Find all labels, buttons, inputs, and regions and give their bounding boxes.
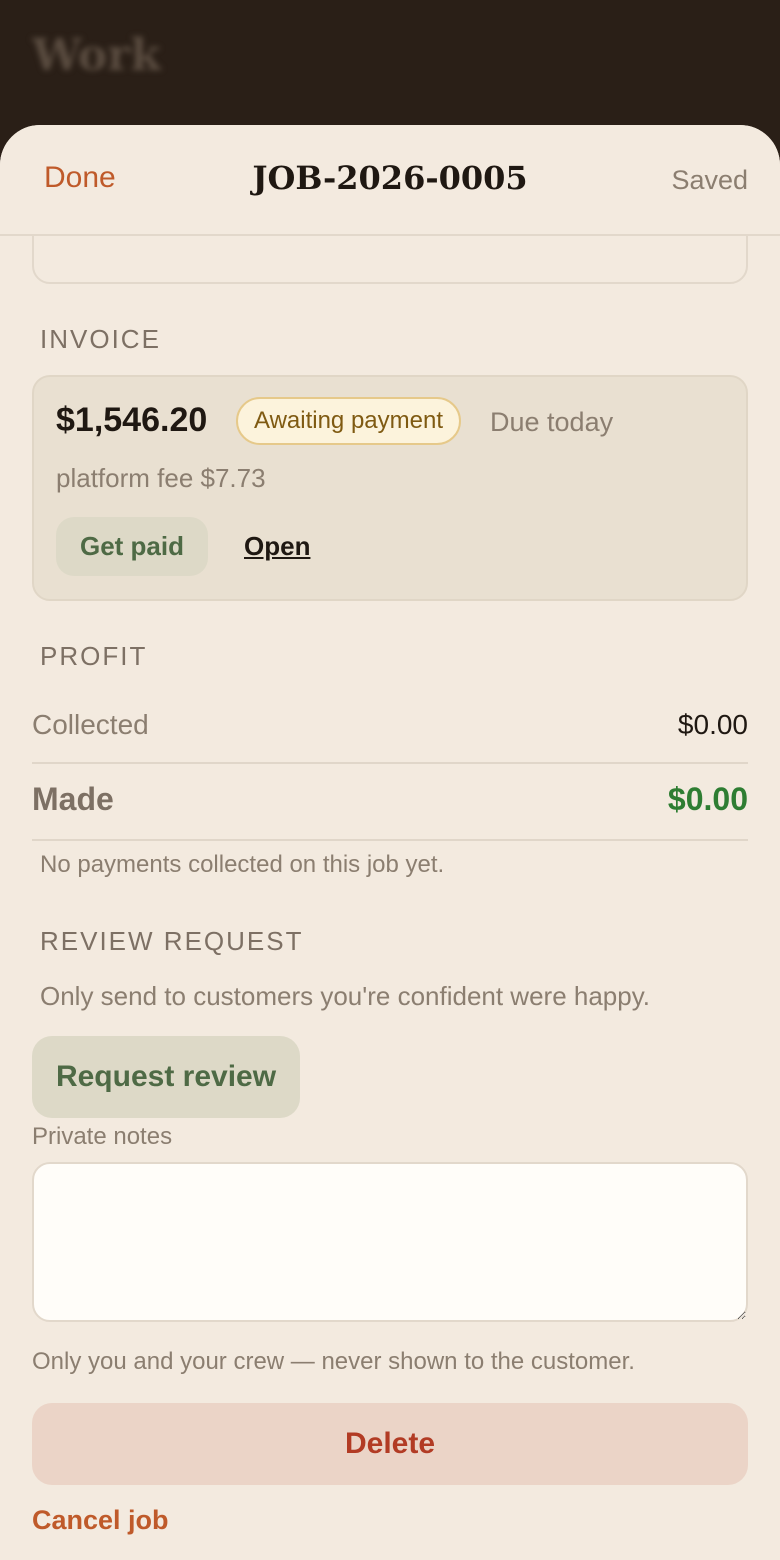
profit-section-label: PROFIT <box>40 641 148 671</box>
background-page-title: Work <box>32 30 161 81</box>
background-page: Work <box>0 0 780 140</box>
invoice-amount: $1,546.20 <box>56 401 208 439</box>
private-notes-field[interactable] <box>32 1162 748 1322</box>
invoice-section-label: INVOICE <box>40 324 161 354</box>
platform-fee: platform fee $7.73 <box>56 463 266 493</box>
private-notes-helper: Only you and your crew — never shown to … <box>32 1348 635 1375</box>
save-status: Saved <box>671 165 748 195</box>
made-value: $0.00 <box>667 781 748 817</box>
delete-button[interactable]: Delete <box>32 1403 748 1485</box>
review-hint: Only send to customers you're confident … <box>40 981 651 1011</box>
invoice-due: Due today <box>490 407 614 437</box>
invoice-status-badge: Awaiting payment <box>236 397 461 445</box>
open-invoice-link[interactable]: Open <box>244 531 310 562</box>
cancel-job-link[interactable]: Cancel job <box>32 1505 169 1536</box>
collected-value: $0.00 <box>677 709 748 740</box>
made-label: Made <box>32 781 114 817</box>
profit-divider-bottom <box>32 839 748 841</box>
invoice-card: $1,546.20 Awaiting payment Due today pla… <box>32 375 748 601</box>
review-section-label: REVIEW REQUEST <box>40 926 304 956</box>
sheet-header: Done JOB-2026-0005 Saved <box>0 125 780 236</box>
collected-label: Collected <box>32 709 149 740</box>
profit-note: No payments collected on this job yet. <box>40 851 445 878</box>
job-title: JOB-2026-0005 <box>252 159 528 197</box>
private-notes-label: Private notes <box>32 1123 173 1150</box>
get-paid-button[interactable]: Get paid <box>56 517 208 576</box>
profit-divider <box>32 762 748 764</box>
made-row: Made $0.00 <box>32 781 748 825</box>
job-detail-sheet: Done JOB-2026-0005 Saved INVOICE $1,546.… <box>0 125 780 1560</box>
request-review-button[interactable]: Request review <box>32 1036 300 1118</box>
collected-row: Collected $0.00 <box>32 709 748 749</box>
